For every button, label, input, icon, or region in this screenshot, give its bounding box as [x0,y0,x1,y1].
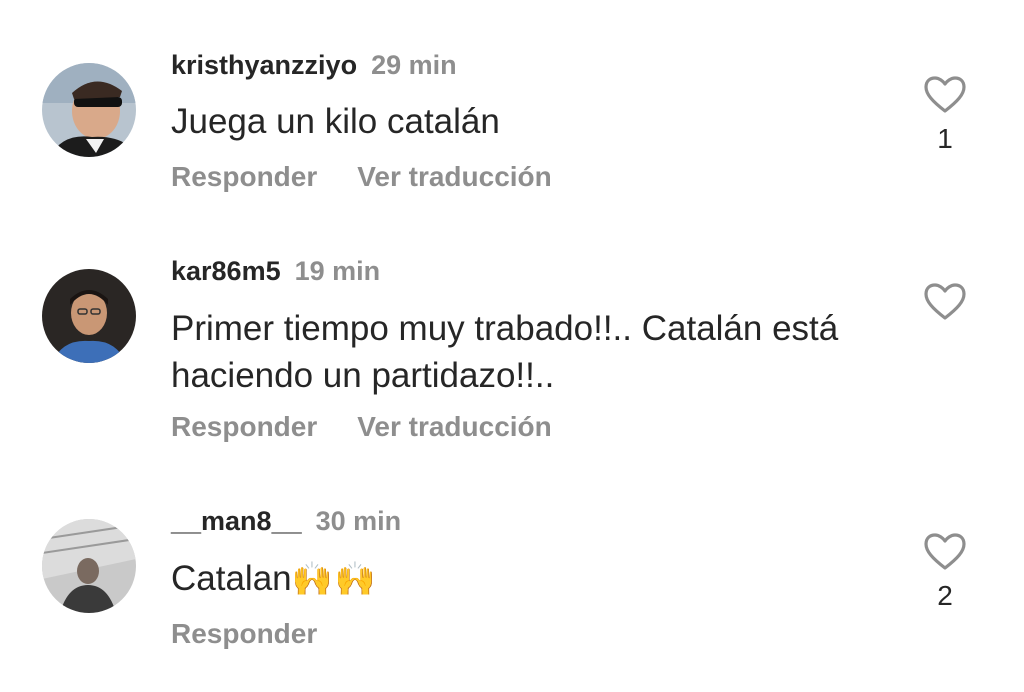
comment-time: 29 min [371,50,457,80]
like-count: 1 [937,123,953,154]
reply-button[interactable]: Responder [171,411,317,442]
comment-text: Primer tiempo muy trabado!!.. Catalán es… [171,309,839,395]
comment-header: kristhyanzziyo 29 min [171,45,457,85]
reply-button[interactable]: Responder [171,618,317,649]
raised-hands-emoji: 🙌🙌 [291,560,378,597]
avatar[interactable] [42,519,136,613]
heart-outline-icon [918,283,972,321]
comment-text: Juega un kilo catalán [171,102,500,141]
like-button[interactable]: 1 [918,76,972,156]
username[interactable]: kristhyanzziyo [171,50,357,80]
comment-header: __man8__ 30 min [171,501,401,541]
comment-actions: Responder Ver traducción [171,407,552,447]
comment-text-body: Catalan [171,559,292,598]
heart-outline-icon [918,76,972,114]
translate-button[interactable]: Ver traducción [357,161,552,192]
username[interactable]: __man8__ [171,506,302,536]
comment-text: Catalan🙌🙌 [171,555,891,602]
like-button[interactable] [918,283,972,329]
translate-button[interactable]: Ver traducción [357,411,552,442]
reply-button[interactable]: Responder [171,161,317,192]
avatar[interactable] [42,63,136,157]
comment-time: 19 min [294,256,381,286]
comment-header: kar86m5 19 min [171,251,380,291]
heart-outline-icon [918,533,972,571]
avatar[interactable] [42,269,136,363]
comment-time: 30 min [315,506,402,536]
like-button[interactable]: 2 [918,533,972,613]
comment-actions: Responder Ver traducción [171,157,552,197]
username[interactable]: kar86m5 [171,256,281,286]
like-count: 2 [937,580,953,611]
comment-actions: Responder [171,614,317,654]
